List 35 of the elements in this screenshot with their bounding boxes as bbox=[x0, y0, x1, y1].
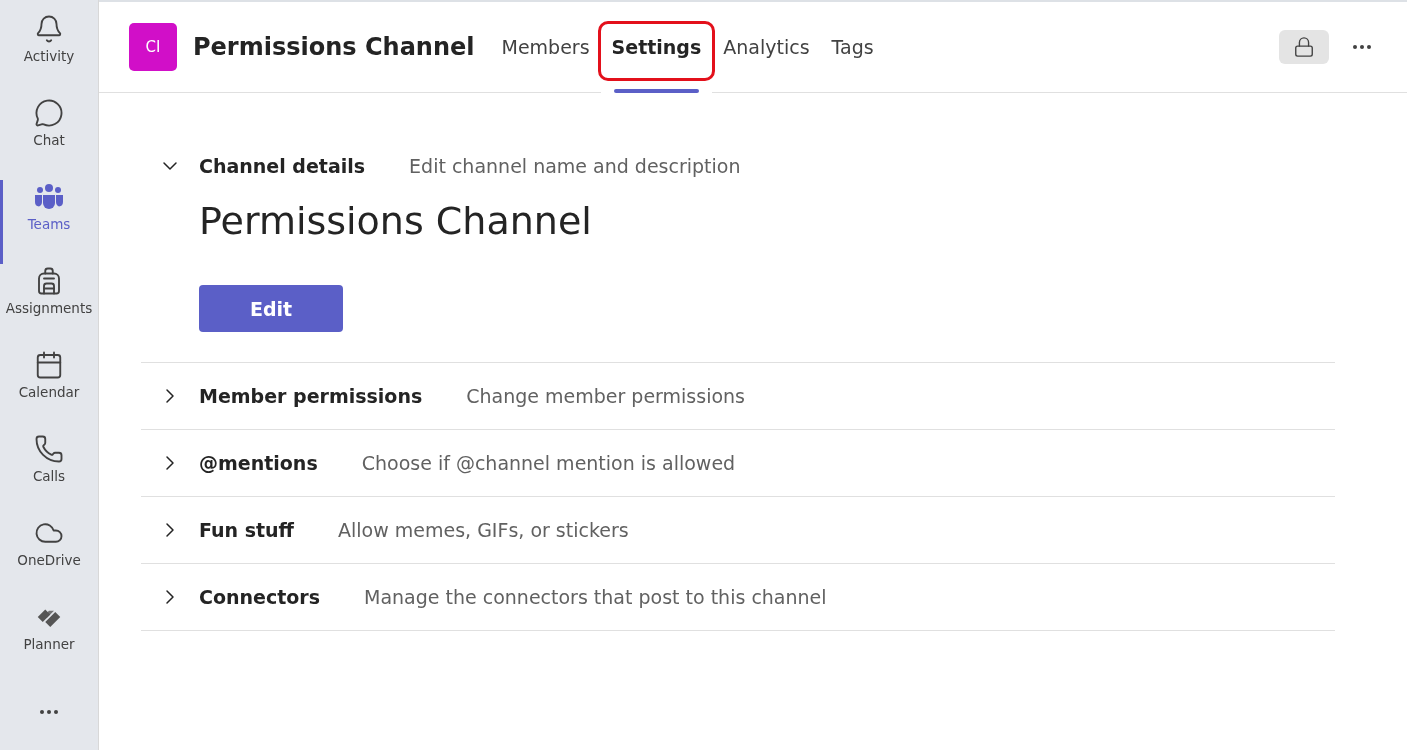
channel-title: Permissions Channel bbox=[193, 33, 475, 61]
section-title: Connectors bbox=[199, 586, 320, 608]
tab[interactable]: Tags bbox=[820, 1, 885, 93]
edit-button[interactable]: Edit bbox=[199, 285, 343, 332]
rail-item[interactable]: OneDrive bbox=[0, 516, 98, 600]
section-description: Edit channel name and description bbox=[409, 155, 741, 177]
rail-item[interactable]: Calendar bbox=[0, 348, 98, 432]
channel-name: Permissions Channel bbox=[199, 199, 593, 243]
rail-item[interactable]: Activity bbox=[0, 12, 98, 96]
rail-item[interactable]: Chat bbox=[0, 96, 98, 180]
phone-icon bbox=[34, 434, 64, 464]
bell-icon bbox=[34, 14, 64, 44]
more-icon bbox=[40, 710, 58, 714]
section-title: Fun stuff bbox=[199, 519, 294, 541]
section-description: Change member permissions bbox=[466, 385, 745, 407]
tab[interactable]: Settings bbox=[600, 1, 713, 93]
tab[interactable]: Analytics bbox=[712, 1, 821, 93]
section-title: Channel details bbox=[199, 155, 366, 177]
rail-item[interactable]: Calls bbox=[0, 432, 98, 516]
calendar-icon bbox=[34, 350, 64, 380]
section-description: Allow memes, GIFs, or stickers bbox=[338, 519, 629, 541]
section-title: @mentions bbox=[199, 452, 318, 474]
chat-bubble-icon bbox=[34, 98, 64, 128]
channel-avatar: CI bbox=[129, 23, 177, 71]
rail-item[interactable]: Teams bbox=[0, 180, 98, 264]
lock-icon bbox=[1293, 36, 1315, 58]
section-title: Member permissions bbox=[199, 385, 423, 407]
lock-button[interactable] bbox=[1279, 30, 1329, 64]
section-description: Choose if @channel mention is allowed bbox=[361, 452, 736, 474]
rail-item[interactable]: Assignments bbox=[0, 264, 98, 348]
rail-item[interactable]: Planner bbox=[0, 600, 98, 684]
people-group-icon bbox=[33, 182, 65, 212]
section-description: Manage the connectors that post to this channel bbox=[364, 586, 827, 608]
more-icon bbox=[1353, 45, 1371, 49]
tab[interactable]: Members bbox=[490, 1, 601, 93]
